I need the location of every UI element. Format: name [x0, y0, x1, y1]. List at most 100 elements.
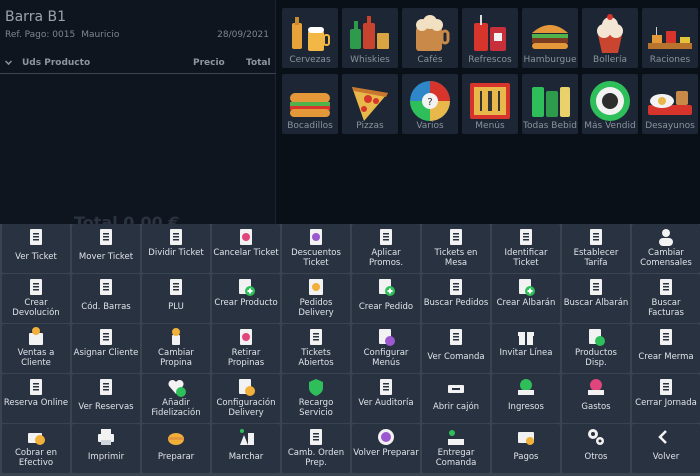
pagos-button[interactable]: Pagos — [492, 424, 560, 473]
crear-devolucion-button[interactable]: Crear Devolución — [2, 274, 70, 323]
retirar-propinas-button[interactable]: Retirar Propinas — [212, 324, 280, 373]
family-tile-pizzas[interactable]: Pizzas — [342, 74, 398, 134]
cans-icon — [532, 87, 570, 117]
ver-reservas-button[interactable]: Ver Reservas — [72, 374, 140, 423]
sandwich-icon — [290, 93, 330, 117]
deliver-icon — [448, 430, 464, 445]
volver-preparar-button[interactable]: Volver Preparar — [352, 424, 420, 473]
cerrar-jornada-button[interactable]: Cerrar Jornada — [632, 374, 700, 423]
otros-button[interactable]: Otros — [562, 424, 630, 473]
crear-pedido-button[interactable]: Crear Pedido — [352, 274, 420, 323]
action-button-label: Ver Auditoría — [358, 398, 414, 408]
cobrar-en-efectivo-button[interactable]: Cobrar en Efectivo — [2, 424, 70, 473]
tickets-en-mesa-button[interactable]: Tickets en Mesa — [422, 224, 490, 273]
cash-drawer-icon — [448, 385, 464, 393]
family-tile-refrescos[interactable]: Refrescos — [462, 8, 518, 68]
action-button-label: Recargo Servicio — [298, 398, 334, 418]
action-button-label: Camb. Orden Prep. — [287, 448, 345, 468]
family-tile-bolleria[interactable]: Bollería — [582, 8, 638, 68]
whisky-icon — [350, 16, 389, 49]
configuracion-delivery-button[interactable]: Configuración Delivery — [212, 374, 280, 423]
entregar-comanda-button[interactable]: Entregar Comanda — [422, 424, 490, 473]
marchar-button[interactable]: Marchar — [212, 424, 280, 473]
family-tile-cafes[interactable]: Cafés — [402, 8, 458, 68]
family-tile-desayunos[interactable]: Desayunos — [642, 74, 698, 134]
ver-ticket-button[interactable]: Ver Ticket — [2, 224, 70, 273]
gastos-button[interactable]: Gastos — [562, 374, 630, 423]
gift-icon — [518, 332, 534, 345]
asignar-cliente-button[interactable]: Asignar Cliente — [72, 324, 140, 373]
ver-auditoria-button[interactable]: Ver Auditoría — [352, 374, 420, 423]
family-tile-todas-bebid[interactable]: Todas Bebid — [522, 74, 578, 134]
family-tile-whiskies[interactable]: Whiskies — [342, 8, 398, 68]
buscar-albaran-button[interactable]: Buscar Albarán — [562, 274, 630, 323]
invitar-linea-button[interactable]: Invitar Línea — [492, 324, 560, 373]
productos-disp-button[interactable]: Productos Disp. — [562, 324, 630, 373]
cod-barras-button[interactable]: Cód. Barras — [72, 274, 140, 323]
family-tile-cervezas[interactable]: Cervezas — [282, 8, 338, 68]
ingresos-button[interactable]: Ingresos — [492, 374, 560, 423]
serve-icon — [240, 429, 254, 445]
crear-producto-button[interactable]: Crear Producto — [212, 274, 280, 323]
action-button-label: Crear Albarán — [496, 298, 556, 308]
new-order-icon — [379, 279, 395, 296]
tickets-abiertos-button[interactable]: Tickets Abiertos — [282, 324, 350, 373]
reserva-online-button[interactable]: Reserva Online — [2, 374, 70, 423]
camb-orden-prep-button[interactable]: Camb. Orden Prep. — [282, 424, 350, 473]
family-tile-menus[interactable]: Menús — [462, 74, 518, 134]
volver-button[interactable]: Volver — [632, 424, 700, 473]
ver-comanda-button[interactable]: Ver Comanda — [422, 324, 490, 373]
cancelar-ticket-button[interactable]: Cancelar Ticket — [212, 224, 280, 273]
buscar-facturas-button[interactable]: Buscar Facturas — [632, 274, 700, 323]
family-tile-hamburgue[interactable]: Hamburgue — [522, 8, 578, 68]
family-tile-label: Whiskies — [350, 55, 390, 65]
ticket-reference: Ref. Pago: 0015 Mauricio — [5, 30, 125, 40]
establecer-tarifa-button[interactable]: Establecer Tarifa — [562, 224, 630, 273]
imprimir-button[interactable]: Imprimir — [72, 424, 140, 473]
action-button-label: Crear Producto — [214, 298, 278, 308]
customer-sales-icon — [29, 327, 43, 345]
plu-button[interactable]: PLU — [142, 274, 210, 323]
pedidos-delivery-button[interactable]: Pedidos Delivery — [282, 274, 350, 323]
action-button-label: Identificar Ticket — [504, 248, 548, 268]
expense-icon — [588, 379, 604, 395]
barcode-icon — [100, 279, 112, 295]
ventas-a-cliente-button[interactable]: Ventas a Cliente — [2, 324, 70, 373]
soda-icon — [474, 15, 506, 51]
recargo-servicio-button[interactable]: Recargo Servicio — [282, 374, 350, 423]
discount-icon — [310, 229, 322, 245]
action-button-label: Entregar Comanda — [435, 448, 477, 468]
family-tile-label: Menús — [475, 121, 505, 131]
cupcake-icon — [597, 14, 623, 53]
family-tile-raciones[interactable]: Raciones — [642, 8, 698, 68]
configurar-menus-button[interactable]: Configurar Menús — [352, 324, 420, 373]
family-tile-mas-vendid[interactable]: Más Vendid — [582, 74, 638, 134]
aplicar-promos-button[interactable]: Aplicar Promos. — [352, 224, 420, 273]
ticket-date: 28/09/2021 — [217, 30, 269, 40]
action-button-label: Otros — [584, 452, 608, 462]
dividir-ticket-button[interactable]: Dividir Ticket — [142, 224, 210, 273]
crear-merma-button[interactable]: Crear Merma — [632, 324, 700, 373]
abrir-cajon-button[interactable]: Abrir cajón — [422, 374, 490, 423]
preparar-button[interactable]: Preparar — [142, 424, 210, 473]
action-button-label: Ver Reservas — [78, 402, 134, 412]
close-shift-icon — [660, 379, 672, 395]
crear-albaran-button[interactable]: Crear Albarán — [492, 274, 560, 323]
anadir-fidelizacion-button[interactable]: Añadir Fidelización — [142, 374, 210, 423]
cambiar-comensales-button[interactable]: Cambiar Comensales — [632, 224, 700, 273]
ticket-icon — [30, 229, 42, 245]
family-tile-varios[interactable]: ? Varios — [402, 74, 458, 134]
identificar-ticket-button[interactable]: Identificar Ticket — [492, 224, 560, 273]
search-bill-icon — [660, 279, 672, 295]
beer-icon — [292, 17, 330, 51]
descuentos-ticket-button[interactable]: Descuentos Ticket — [282, 224, 350, 273]
family-tile-label: Bocadillos — [287, 121, 333, 131]
buscar-pedidos-button[interactable]: Buscar Pedidos — [422, 274, 490, 323]
cambiar-propina-button[interactable]: Cambiar Propina — [142, 324, 210, 373]
tag-icon — [590, 229, 602, 245]
family-grid: Cervezas Whiskies Cafés Refrescos Hamburgue B… — [278, 0, 700, 224]
mover-ticket-button[interactable]: Mover Ticket — [72, 224, 140, 273]
chevron-down-icon[interactable] — [5, 58, 12, 65]
ticket-lines-header[interactable]: Uds Producto Precio Total — [0, 54, 276, 74]
family-tile-bocadillos[interactable]: Bocadillos — [282, 74, 338, 134]
